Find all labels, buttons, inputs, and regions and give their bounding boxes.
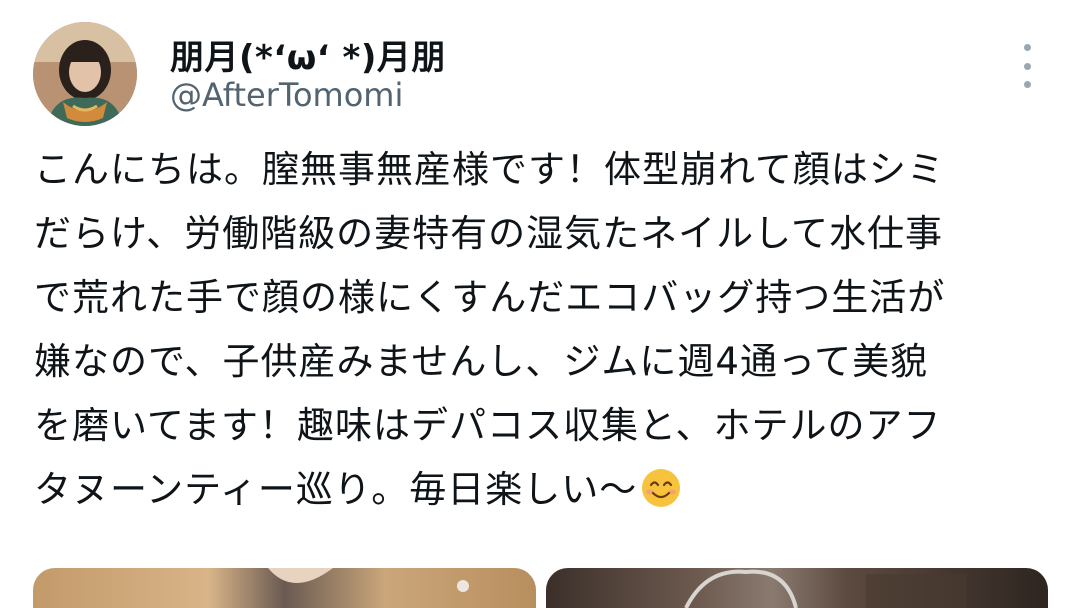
tweet-text-line: こんにちは。膣無事無産様です！体型崩れて顔はシミ — [34, 148, 945, 191]
user-handle[interactable]: @AfterTomomi — [170, 76, 403, 114]
tweet: 朋月(*‘ω‘ *)月朋 @AfterTomomi こんにちは。膣無事無産様です… — [0, 0, 1080, 608]
more-dot — [1023, 44, 1031, 51]
more-vertical-icon[interactable] — [1013, 44, 1041, 88]
media-photo-left — [268, 568, 469, 592]
more-dot — [1023, 62, 1031, 70]
tweet-text-line: で荒れた手で顔の様にくすんだエコバッグ持つ生活が — [34, 276, 946, 319]
avatar[interactable] — [33, 22, 137, 126]
tweet-text-line: タヌーンティー巡り。毎日楽しい〜 — [34, 468, 638, 511]
more-dot — [1023, 81, 1031, 88]
media-image[interactable] — [33, 568, 536, 608]
tweet-text-last-line: タヌーンティー巡り。毎日楽しい〜 — [34, 458, 1054, 522]
avatar-photo — [33, 22, 137, 126]
smiling-face-emoji — [642, 469, 681, 507]
tweet-text: こんにちは。膣無事無産様です！体型崩れて顔はシミ だらけ、労働階級の妻特有の湿気… — [34, 138, 1054, 522]
media-image[interactable] — [546, 568, 1048, 608]
tweet-text-line: 嫌なので、子供産みませんし、ジムに週4通って美貌 — [34, 340, 929, 383]
media-photo-right — [684, 569, 966, 608]
display-name[interactable]: 朋月(*‘ω‘ *)月朋 — [170, 30, 446, 79]
tweet-text-line: を磨いてます！趣味はデパコス収集と、ホテルのアフ — [34, 404, 942, 447]
tweet-text-line: だらけ、労働階級の妻特有の湿気たネイルして水仕事 — [34, 212, 944, 255]
